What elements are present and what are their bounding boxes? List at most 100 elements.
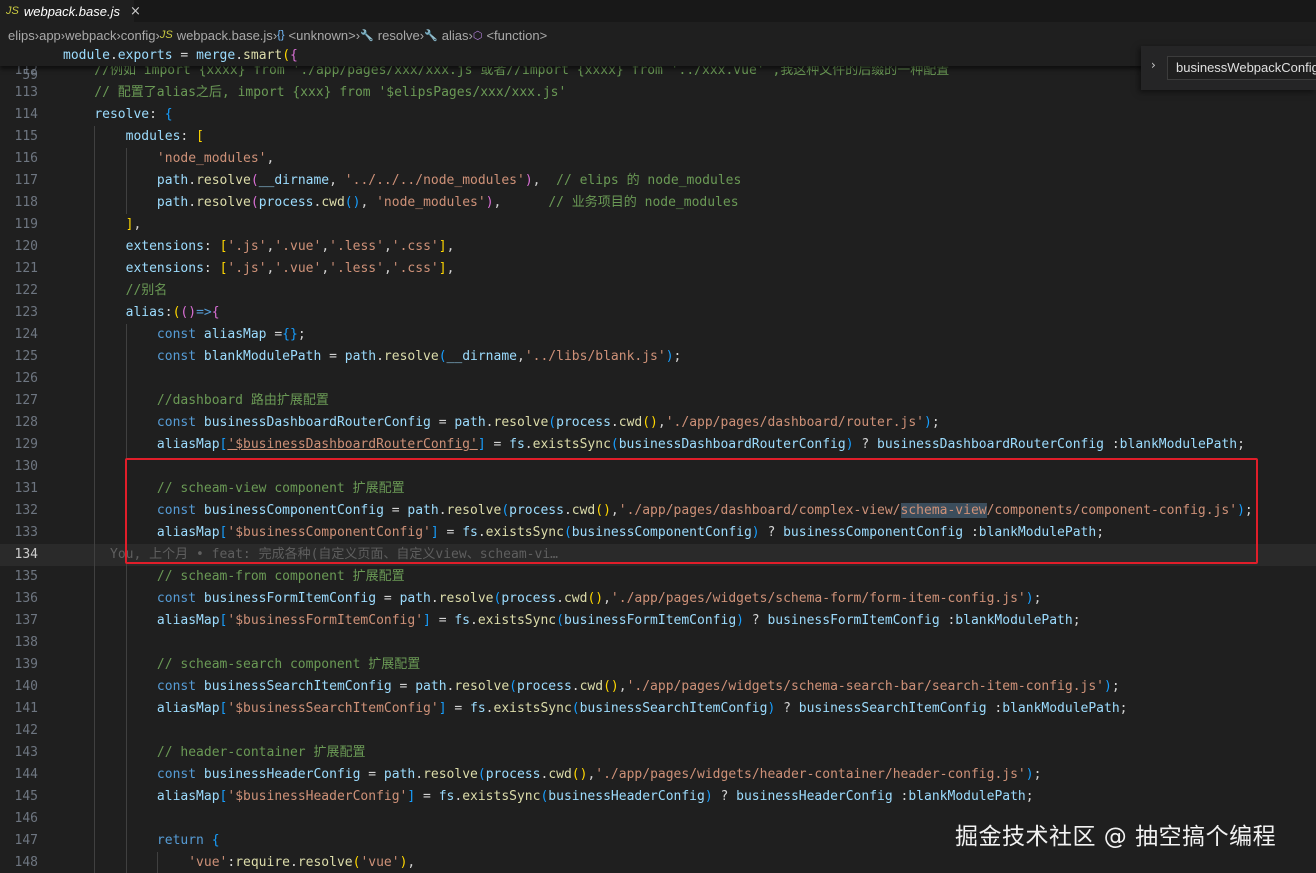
- breadcrumb-label: resolve: [377, 27, 420, 43]
- code-text: // header-container 扩展配置: [63, 745, 366, 760]
- code-line[interactable]: 126: [0, 368, 1316, 390]
- line-number: 144: [14, 767, 38, 782]
- code-line[interactable]: 118 path.resolve(process.cwd(), 'node_mo…: [0, 192, 1316, 214]
- line-number: 120: [14, 239, 38, 254]
- code-text: // scheam-search component 扩展配置: [63, 657, 421, 672]
- indent-guide: [94, 368, 96, 390]
- indent-guide: [94, 456, 96, 478]
- breadcrumb-label: <function>: [486, 27, 548, 43]
- code-text: //别名: [63, 283, 168, 298]
- indent-guide: [125, 368, 127, 390]
- breadcrumb-label: alias: [441, 27, 469, 43]
- breadcrumb-label: config: [120, 27, 156, 43]
- indent-guide: [125, 632, 127, 654]
- line-number: 126: [14, 371, 38, 386]
- code-text: const businessComponentConfig = path.res…: [156, 503, 1253, 518]
- code-line[interactable]: 132 const businessComponentConfig = path…: [0, 500, 1316, 522]
- sticky-scroll-header[interactable]: 59 module.exports = merge.smart({: [0, 46, 1316, 83]
- code-line[interactable]: 141 aliasMap['$businessSearchItemConfig'…: [0, 698, 1316, 720]
- line-number: 116: [14, 151, 38, 166]
- code-line[interactable]: 143 // header-container 扩展配置: [0, 742, 1316, 764]
- line-number: 124: [14, 327, 38, 342]
- chevron-right-icon[interactable]: ›: [1151, 58, 1156, 72]
- line-number: 122: [14, 283, 38, 298]
- breadcrumb-item[interactable]: app: [39, 28, 61, 43]
- code-text: path.resolve(process.cwd(), 'node_module…: [156, 195, 739, 210]
- code-line[interactable]: 114 resolve: {: [0, 104, 1316, 126]
- outline-symbol[interactable]: businessWebpackConfig: [1167, 56, 1316, 80]
- code-line[interactable]: 117 path.resolve(__dirname, '../../../no…: [0, 170, 1316, 192]
- code-text: aliasMap['$businessDashboardRouterConfig…: [156, 437, 1245, 452]
- code-text: aliasMap['$businessHeaderConfig'] = fs.e…: [156, 789, 1034, 804]
- close-icon[interactable]: ×: [130, 4, 141, 19]
- code-line[interactable]: 122 //别名: [0, 280, 1316, 302]
- code-text: const aliasMap ={};: [156, 327, 306, 342]
- code-line[interactable]: 116 'node_modules',: [0, 148, 1316, 170]
- breadcrumb-item[interactable]: 🔧 alias: [424, 28, 468, 43]
- code-line[interactable]: 131 // scheam-view component 扩展配置: [0, 478, 1316, 500]
- breadcrumb: elips › app › webpack › config › JS webpack.base.…: [0, 24, 1316, 46]
- breadcrumb-item[interactable]: elips: [8, 28, 35, 43]
- breadcrumb-item[interactable]: {} <unknown>: [277, 28, 356, 43]
- line-number: 121: [14, 261, 38, 276]
- code-line[interactable]: 115 modules: [: [0, 126, 1316, 148]
- indent-guide: [125, 456, 127, 478]
- code-line[interactable]: 124 const aliasMap ={};: [0, 324, 1316, 346]
- code-line[interactable]: 129 aliasMap['$businessDashboardRouterCo…: [0, 434, 1316, 456]
- breadcrumb-item[interactable]: JS webpack.base.js: [160, 28, 273, 43]
- breadcrumb-item[interactable]: config: [121, 28, 156, 43]
- indent-guide: [94, 808, 96, 830]
- code-line[interactable]: 127 //dashboard 路由扩展配置: [0, 390, 1316, 412]
- line-number: 148: [14, 855, 38, 870]
- code-line[interactable]: 136 const businessFormItemConfig = path.…: [0, 588, 1316, 610]
- code-text: const blankModulePath = path.resolve(__d…: [156, 349, 682, 364]
- code-line[interactable]: 148 'vue':require.resolve('vue'),: [0, 852, 1316, 873]
- code-line[interactable]: 121 extensions: ['.js','.vue','.less','.…: [0, 258, 1316, 280]
- code-line[interactable]: 119 ],: [0, 214, 1316, 236]
- line-number: 146: [14, 811, 38, 826]
- code-line[interactable]: 145 aliasMap['$businessHeaderConfig'] = …: [0, 786, 1316, 808]
- code-line[interactable]: 113 // 配置了alias之后, import {xxx} from '$e…: [0, 82, 1316, 104]
- tab-webpack-base-js[interactable]: JS webpack.base.js ×: [0, 0, 141, 22]
- breadcrumb-label: webpack.base.js: [176, 27, 273, 43]
- code-line[interactable]: 139 // scheam-search component 扩展配置: [0, 654, 1316, 676]
- breadcrumb-item[interactable]: 🔧 resolve: [360, 28, 420, 43]
- code-line[interactable]: 140 const businessSearchItemConfig = pat…: [0, 676, 1316, 698]
- code-text: const businessDashboardRouterConfig = pa…: [156, 415, 940, 430]
- breadcrumb-label: elips: [8, 27, 35, 43]
- line-number: 117: [14, 173, 38, 188]
- code-line[interactable]: 125 const blankModulePath = path.resolve…: [0, 346, 1316, 368]
- code-line[interactable]: 134 You, 上个月 • feat: 完成各种(自定义页面、自定义view、s…: [0, 544, 1316, 566]
- line-number: 147: [14, 833, 38, 848]
- indent-guide: [94, 544, 96, 566]
- code-line[interactable]: 138: [0, 632, 1316, 654]
- indent-guide: [125, 720, 127, 742]
- breadcrumb-label: <unknown>: [288, 27, 356, 43]
- code-text: // scheam-from component 扩展配置: [63, 569, 405, 584]
- code-text: const businessHeaderConfig = path.resolv…: [156, 767, 1042, 782]
- code-line[interactable]: 120 extensions: ['.js','.vue','.less','.…: [0, 236, 1316, 258]
- git-blame-annotation: You, 上个月 • feat: 完成各种(自定义页面、自定义view、sche…: [110, 547, 558, 562]
- wrench-icon: 🔧: [360, 29, 374, 42]
- code-text: path.resolve(__dirname, '../../../node_m…: [156, 173, 742, 188]
- code-text: aliasMap['$businessComponentConfig'] = f…: [156, 525, 1105, 540]
- code-line[interactable]: 135 // scheam-from component 扩展配置: [0, 566, 1316, 588]
- object-icon: {}: [277, 29, 285, 41]
- tab-label: webpack.base.js: [23, 3, 120, 19]
- line-number: 129: [14, 437, 38, 452]
- breadcrumb-item[interactable]: ⬡ <function>: [473, 28, 547, 43]
- code-line[interactable]: 144 const businessHeaderConfig = path.re…: [0, 764, 1316, 786]
- code-line[interactable]: 133 aliasMap['$businessComponentConfig']…: [0, 522, 1316, 544]
- js-file-icon: JS: [159, 29, 173, 41]
- line-number: 139: [14, 657, 38, 672]
- code-text: modules: [: [125, 129, 204, 144]
- breadcrumb-item[interactable]: webpack: [65, 28, 116, 43]
- code-line[interactable]: 128 const businessDashboardRouterConfig …: [0, 412, 1316, 434]
- code-line[interactable]: 137 aliasMap['$businessFormItemConfig'] …: [0, 610, 1316, 632]
- code-line[interactable]: 130: [0, 456, 1316, 478]
- code-editor[interactable]: 59 module.exports = merge.smart({ 112 //…: [0, 46, 1316, 873]
- line-number: 143: [14, 745, 38, 760]
- code-line[interactable]: 142: [0, 720, 1316, 742]
- code-line[interactable]: 123 alias:(()=>{: [0, 302, 1316, 324]
- line-number: 128: [14, 415, 38, 430]
